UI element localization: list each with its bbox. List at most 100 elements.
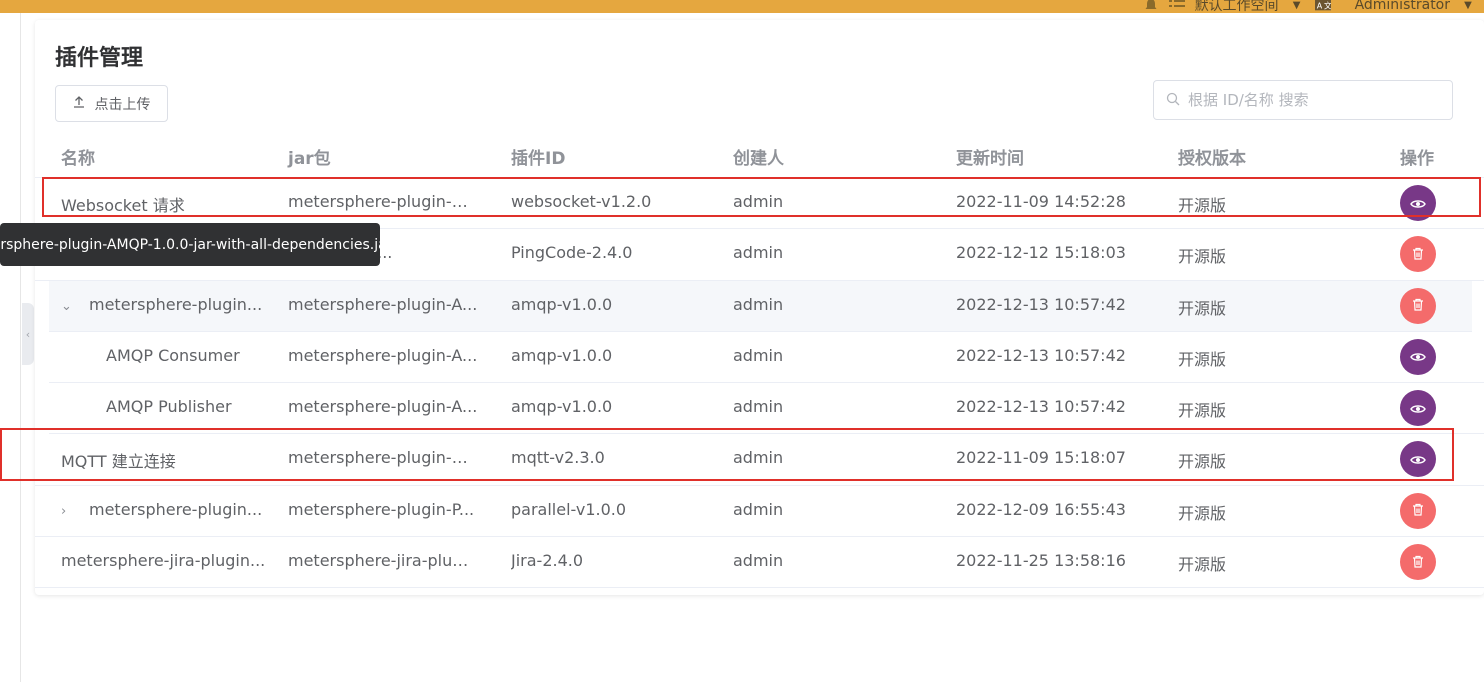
side-nav — [0, 13, 21, 682]
page-title: 插件管理 — [55, 46, 144, 71]
plugin-creator: admin — [733, 397, 784, 417]
plugin-name: AMQP Consumer — [106, 345, 240, 365]
table-row: › metersphere-plugin... metersphere-plugi… — [35, 486, 1484, 538]
upload-icon — [73, 95, 85, 112]
plugin-creator: admin — [733, 294, 784, 314]
plugin-id: amqp-v1.0.0 — [511, 345, 613, 365]
plugin-id: websocket-v1.2.0 — [511, 192, 652, 211]
tooltip-text: metersphere-plugin-AMQP-1.0.0-jar-with-a… — [0, 236, 380, 253]
plugin-creator: admin — [733, 448, 784, 468]
plugin-creator: admin — [733, 551, 784, 571]
view-button[interactable] — [1400, 441, 1436, 478]
plugin-id: PingCode-2.4.0 — [511, 243, 633, 263]
eye-icon — [1410, 450, 1426, 469]
column-header-jar: jar包 — [288, 149, 331, 169]
trash-icon — [1412, 296, 1424, 315]
search-icon — [1166, 91, 1180, 110]
trash-icon — [1412, 501, 1424, 520]
plugin-jar[interactable]: metersphere-plugin-P... — [288, 500, 478, 519]
column-header-actions: 操作 — [1400, 149, 1434, 169]
column-header-plugin-id: 插件ID — [511, 149, 566, 169]
plugin-license: 开源版 — [1178, 298, 1227, 318]
chevron-right-icon[interactable]: › — [61, 504, 77, 519]
plugin-license: 开源版 — [1178, 401, 1227, 421]
plugin-name: metersphere-plugin... — [89, 294, 263, 314]
plugin-jar[interactable]: metersphere-jira-plugi... — [288, 551, 478, 570]
plugin-management-card: 插件管理 点击上传 名称 jar包 插件ID 创建人 更新时间 授权版本 操作 … — [35, 20, 1484, 595]
plugin-update-time: 2022-12-13 10:57:42 — [956, 294, 1126, 314]
view-button[interactable] — [1400, 390, 1436, 427]
plugin-license: 开源版 — [1178, 555, 1227, 575]
delete-button[interactable] — [1400, 287, 1436, 324]
plugin-license: 开源版 — [1178, 247, 1227, 267]
table-row: MQTT 建立连接 metersphere-plugin-m... mqtt-v… — [35, 434, 1484, 486]
column-header-license: 授权版本 — [1178, 149, 1246, 169]
plugin-license: 开源版 — [1178, 196, 1227, 215]
plugin-id: mqtt-v2.3.0 — [511, 448, 605, 468]
plugin-jar[interactable]: metersphere-plugin-A... — [288, 295, 478, 314]
eye-icon — [1410, 347, 1426, 366]
plugin-name: AMQP Publisher — [106, 397, 232, 417]
plugin-jar[interactable]: metersphere-plugin-w... — [288, 192, 478, 211]
table-row: Websocket 请求 metersphere-plugin-w... web… — [35, 178, 1484, 230]
column-header-creator: 创建人 — [733, 149, 784, 169]
top-header-bar: 默认工作空间 ▼ A文 Administrator ▼ — [0, 0, 1484, 15]
eye-icon — [1410, 399, 1426, 418]
plugin-jar[interactable]: metersphere-plugin-m... — [288, 448, 478, 467]
plugin-license: 开源版 — [1178, 503, 1227, 523]
search-input[interactable] — [1188, 91, 1438, 109]
workspace-selector[interactable]: 默认工作空间 — [1195, 0, 1279, 15]
chevron-down-icon[interactable]: ⌄ — [61, 299, 77, 314]
plugin-creator: admin — [733, 243, 784, 263]
caret-down-icon[interactable]: ▼ — [1289, 0, 1305, 13]
table-row: metersphere-jira-plugin... metersphere-j… — [35, 537, 1484, 589]
search-box[interactable] — [1153, 80, 1453, 120]
plugin-table: 名称 jar包 插件ID 创建人 更新时间 授权版本 操作 Websocket … — [35, 130, 1484, 589]
language-icon[interactable]: A文 — [1314, 0, 1331, 13]
trash-icon — [1412, 553, 1424, 572]
column-header-update-time: 更新时间 — [956, 149, 1024, 169]
column-header-name: 名称 — [61, 149, 95, 169]
plugin-name: metersphere-plugin... — [89, 499, 263, 519]
bell-icon[interactable] — [1143, 0, 1159, 13]
plugin-name: Websocket 请求 — [61, 196, 185, 215]
delete-button[interactable] — [1400, 236, 1436, 273]
svg-text:A: A — [1316, 2, 1322, 11]
table-row: AMQP Consumer metersphere-plugin-A... am… — [49, 332, 1484, 384]
plugin-update-time: 2022-12-13 10:57:42 — [956, 345, 1126, 365]
top-header-right: 默认工作空间 ▼ A文 Administrator ▼ — [1143, 0, 1484, 15]
plugin-update-time: 2022-11-09 15:18:07 — [956, 448, 1126, 468]
user-caret-down-icon[interactable]: ▼ — [1460, 0, 1476, 13]
plugin-creator: admin — [733, 345, 784, 365]
view-button[interactable] — [1400, 338, 1436, 375]
plugin-name-group: ⌄ metersphere-plugin... — [61, 295, 266, 314]
delete-button[interactable] — [1400, 492, 1436, 529]
upload-button[interactable]: 点击上传 — [55, 85, 168, 122]
plugin-update-time: 2022-12-13 10:57:42 — [956, 397, 1126, 417]
plugin-name: metersphere-jira-plugin... — [61, 551, 266, 571]
plugin-update-time: 2022-12-09 16:55:43 — [956, 499, 1126, 519]
view-button[interactable] — [1400, 185, 1436, 221]
plugin-update-time: 2022-12-12 15:18:03 — [956, 243, 1126, 263]
plugin-jar[interactable]: metersphere-plugin-A... — [288, 346, 478, 365]
delete-button[interactable] — [1400, 544, 1436, 581]
plugin-id: parallel-v1.0.0 — [511, 499, 627, 519]
trash-icon — [1412, 245, 1424, 264]
chevron-left-icon: ‹ — [25, 327, 31, 341]
plugin-jar[interactable]: metersphere-plugin-A... — [288, 397, 478, 416]
plugin-id: amqp-v1.0.0 — [511, 294, 613, 314]
plugin-name: MQTT 建立连接 — [61, 452, 176, 472]
eye-icon — [1410, 194, 1426, 213]
table-row: AMQP Publisher metersphere-plugin-A... a… — [49, 383, 1484, 435]
svg-text:文: 文 — [1323, 1, 1330, 11]
user-menu[interactable]: Administrator — [1355, 0, 1450, 13]
plugin-creator: admin — [733, 499, 784, 519]
plugin-update-time: 2022-11-09 14:52:28 — [956, 192, 1126, 211]
plugin-id: Jira-2.4.0 — [511, 551, 584, 571]
plugin-license: 开源版 — [1178, 452, 1227, 472]
plugin-update-time: 2022-11-25 13:58:16 — [956, 551, 1126, 571]
plugin-name-group: › metersphere-plugin... — [61, 500, 266, 519]
plugin-license: 开源版 — [1178, 349, 1227, 369]
sidebar-collapse-handle[interactable]: ‹ — [22, 303, 34, 365]
task-list-icon[interactable] — [1168, 0, 1185, 13]
